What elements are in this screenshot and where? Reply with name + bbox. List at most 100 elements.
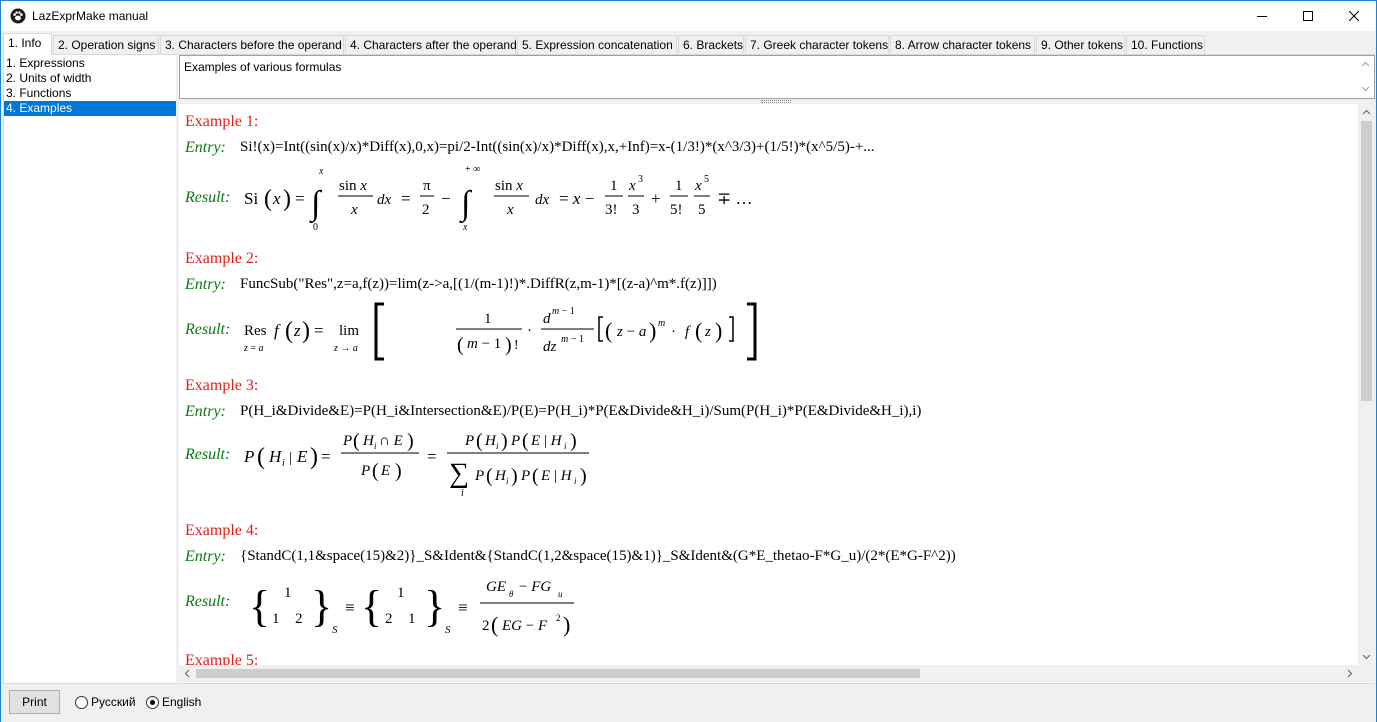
content-vertical-scrollbar[interactable]: [1358, 104, 1375, 665]
svg-text:=: =: [321, 447, 331, 466]
svg-text:P: P: [510, 433, 520, 449]
svg-text:z = a: z = a: [243, 343, 264, 354]
svg-text:(: (: [532, 465, 539, 487]
example-4-formula: { 1 1 2 } S ≡ { 1 2 1 } S ≡ GE θ − FG u …: [239, 569, 839, 644]
example-3-entry-label: Entry:: [185, 403, 226, 420]
svg-text:5: 5: [704, 174, 709, 185]
tab-functions[interactable]: 10. Functions: [1126, 35, 1205, 55]
paw-icon: [10, 8, 26, 24]
print-button[interactable]: Print: [9, 690, 60, 714]
example-1-result-label: Result:: [185, 189, 231, 206]
svg-text:GE: GE: [486, 579, 506, 595]
info-scrollbar[interactable]: [1357, 56, 1374, 98]
example-4-result-label: Result:: [185, 593, 231, 610]
svg-text:1: 1: [408, 611, 416, 627]
radio-russian[interactable]: Русский: [75, 695, 136, 709]
svg-text:i: i: [461, 488, 464, 499]
example-2-entry-label: Entry:: [185, 276, 226, 293]
svg-text:2: 2: [295, 611, 303, 627]
radio-english[interactable]: English: [146, 695, 201, 709]
svg-text:m − 1: m − 1: [467, 336, 501, 352]
tab-characters-before[interactable]: 3. Characters before the operand: [160, 35, 344, 55]
svg-text:): ): [715, 318, 722, 343]
svg-text:dx: dx: [535, 192, 550, 208]
maximize-button[interactable]: [1285, 1, 1331, 31]
example-2-heading: Example 2:: [185, 250, 259, 267]
tab-arrow-tokens[interactable]: 8. Arrow character tokens: [890, 35, 1035, 55]
svg-text:m − 1: m − 1: [552, 306, 575, 317]
svg-text:i: i: [574, 476, 577, 486]
vertical-scroll-thumb[interactable]: [1361, 121, 1372, 401]
tab-expression-concatenation[interactable]: 5. Expression concatenation: [517, 35, 677, 55]
tab-greek-tokens[interactable]: 7. Greek character tokens: [745, 35, 889, 55]
svg-text:=: =: [314, 321, 324, 340]
tree-item-examples[interactable]: 4. Examples: [4, 101, 176, 116]
example-3-formula: P ( H i | E ) = P ( H i ∩ E ) P ( E ) =: [239, 424, 839, 504]
tab-brackets[interactable]: 6. Brackets: [678, 35, 744, 55]
svg-text:E | H: E | H: [540, 468, 573, 484]
svg-text:Si: Si: [244, 189, 258, 208]
tree-item-expressions[interactable]: 1. Expressions: [4, 56, 176, 71]
tree-item-functions[interactable]: 3. Functions: [4, 86, 176, 101]
info-textbox[interactable]: Examples of various formulas: [179, 55, 1375, 99]
content-horizontal-scrollbar[interactable]: [179, 665, 1358, 682]
svg-text:2: 2: [385, 611, 393, 627]
scrollbar-corner: [1358, 665, 1375, 682]
svg-text:≡: ≡: [458, 598, 468, 617]
radio-english-label: English: [162, 695, 202, 709]
svg-text:S: S: [445, 624, 451, 636]
svg-text:m − 1: m − 1: [561, 334, 584, 345]
svg-text:): ): [580, 465, 587, 487]
svg-text:P: P: [360, 463, 370, 479]
svg-text:=: =: [427, 447, 437, 466]
tab-characters-after[interactable]: 4. Characters after the operand: [345, 35, 517, 55]
minimize-button[interactable]: [1239, 1, 1285, 31]
example-5-heading: Example 5:: [185, 652, 259, 665]
tab-info[interactable]: 1. Info: [3, 33, 52, 55]
svg-text:θ: θ: [509, 589, 514, 599]
horizontal-scroll-thumb[interactable]: [196, 669, 920, 678]
svg-text:∫: ∫: [459, 185, 473, 224]
svg-text:sin x: sin x: [495, 178, 523, 194]
svg-text:sin x: sin x: [339, 178, 367, 194]
example-4-entry: {StandC(1,1&space(15)&2)}_S&Ident&{Stand…: [240, 548, 956, 564]
svg-text:(: (: [372, 460, 379, 482]
radio-english-circle[interactable]: [146, 695, 159, 709]
svg-text:3!: 3!: [605, 202, 618, 218]
close-button[interactable]: [1331, 1, 1377, 31]
svg-text:(: (: [257, 444, 265, 470]
svg-text:≡: ≡: [345, 598, 355, 617]
svg-text:P: P: [474, 468, 484, 484]
example-3-result-label: Result:: [185, 446, 231, 463]
title-bar[interactable]: LazExprMake manual: [1, 1, 1376, 31]
svg-text:1: 1: [610, 178, 618, 194]
svg-text:∩ E: ∩ E: [379, 433, 403, 449]
tree-item-units-of-width[interactable]: 2. Units of width: [4, 71, 176, 86]
svg-text:S: S: [332, 624, 338, 636]
example-1-formula: Si ( x ) = x ∫ 0 sin x x dx = π 2 − + ∞ …: [239, 162, 839, 237]
svg-text:f: f: [274, 321, 281, 340]
svg-text:z − a: z − a: [616, 324, 646, 340]
svg-text:2: 2: [556, 613, 561, 623]
svg-text:π: π: [423, 178, 431, 194]
svg-text:− FG: − FG: [519, 579, 551, 595]
example-1-heading: Example 1:: [185, 113, 259, 130]
svg-text:m: m: [658, 318, 665, 329]
svg-text:!: !: [514, 338, 519, 353]
svg-text:): ): [501, 430, 508, 452]
svg-text:i: i: [282, 458, 285, 469]
tab-other-tokens[interactable]: 9. Other tokens: [1036, 35, 1125, 55]
svg-text:Res: Res: [244, 323, 267, 339]
minimize-icon: [1257, 16, 1267, 17]
svg-text:z → a: z → a: [333, 343, 358, 354]
svg-text:(: (: [457, 334, 464, 356]
radio-russian-circle[interactable]: [75, 695, 88, 709]
svg-text:dx: dx: [377, 192, 392, 208]
svg-text:1: 1: [272, 611, 280, 627]
svg-text:(: (: [491, 612, 498, 637]
svg-text:u: u: [558, 589, 563, 599]
tab-operation-signs[interactable]: 2. Operation signs: [53, 35, 159, 55]
svg-text:x: x: [318, 166, 324, 177]
svg-text:2: 2: [482, 618, 490, 634]
tab-strip: 1. Info 2. Operation signs 3. Characters…: [3, 33, 1374, 55]
